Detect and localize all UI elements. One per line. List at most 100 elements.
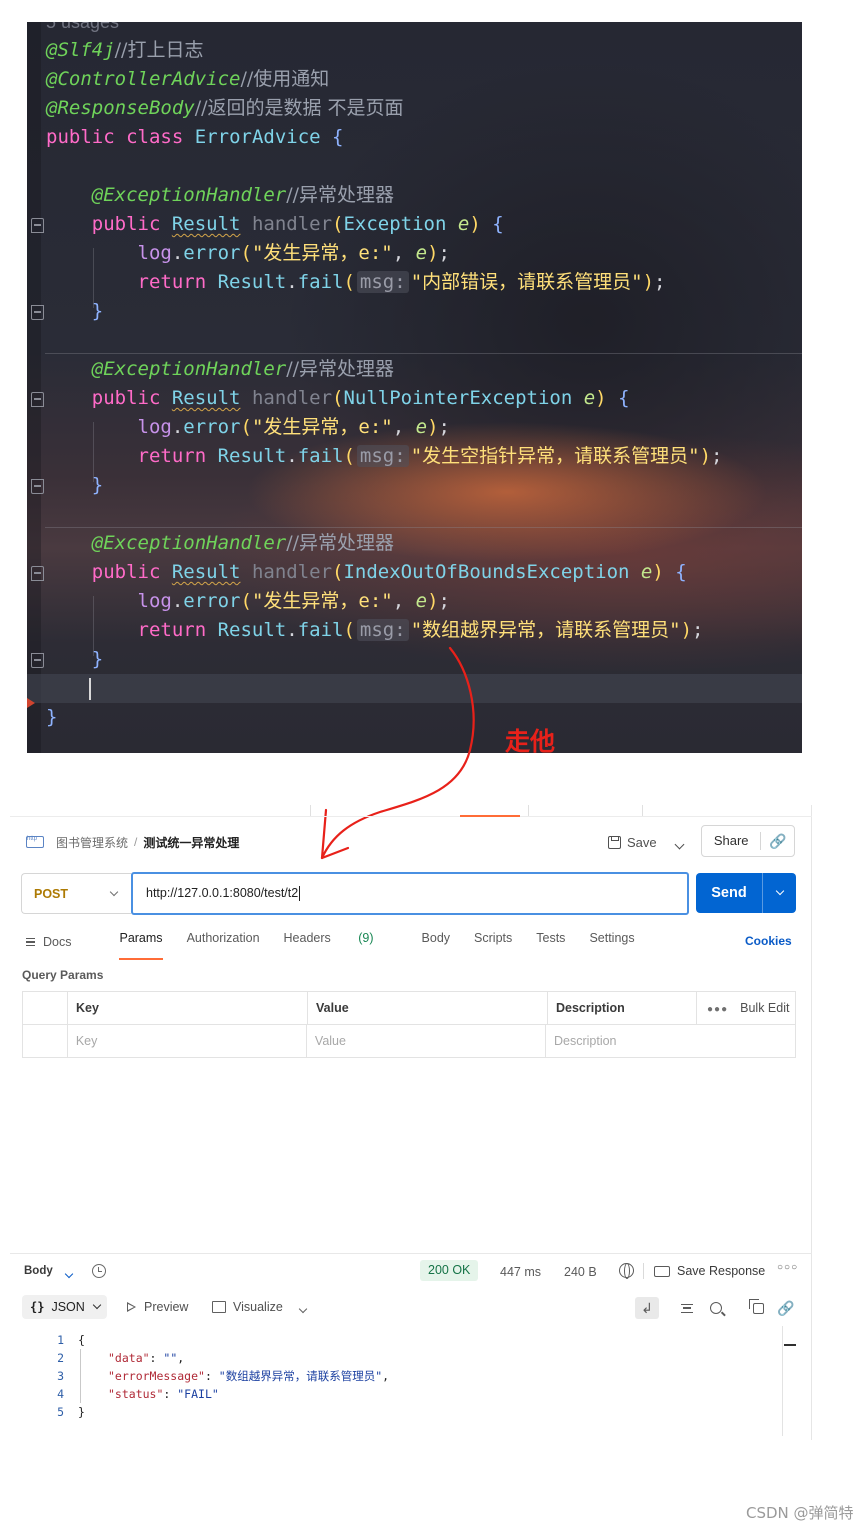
play-icon (127, 1302, 136, 1312)
history-icon[interactable] (92, 1264, 106, 1278)
status-badge[interactable]: 200 OK (420, 1260, 479, 1281)
fold-icon[interactable] (31, 218, 44, 233)
request-name[interactable]: 测试统一异常处理 (143, 834, 239, 851)
fold-icon[interactable] (31, 479, 44, 494)
table-row: Key Value Description (23, 1025, 795, 1058)
params-table: Key Value Description ●●● Bulk Edit Key V… (22, 991, 796, 1058)
code-line: public Result handler(Exception e) { (91, 213, 504, 235)
active-tab-indicator (460, 815, 520, 817)
search-icon[interactable] (705, 1297, 727, 1319)
network-globe-icon[interactable] (619, 1263, 634, 1279)
annotation-text: 走他 (505, 727, 556, 756)
tab-authorization[interactable]: Authorization (187, 931, 260, 953)
table-header-row: Key Value Description ●●● Bulk Edit (23, 992, 795, 1025)
code-line: public Result handler(IndexOutOfBoundsEx… (91, 561, 687, 583)
value-input[interactable]: Value (307, 1025, 546, 1058)
code-line: } (91, 300, 104, 322)
breakpoint-marker-icon[interactable] (27, 698, 35, 708)
chevron-down-icon[interactable] (64, 1266, 74, 1280)
copy-link-icon[interactable]: 🔗 (761, 833, 794, 850)
code-line: @ExceptionHandler//异常处理器 (91, 532, 395, 554)
wrap-lines-icon[interactable]: ↲ (635, 1297, 659, 1319)
usages-hint[interactable]: 5 usages (46, 22, 119, 37)
code-line: @ControllerAdvice//使用通知 (46, 68, 330, 90)
code-line: log.error("发生异常，e:", e); (137, 590, 450, 612)
more-options-icon[interactable]: ○○○ (777, 1262, 798, 1273)
tab-body[interactable]: Body (422, 931, 451, 953)
row-checkbox[interactable] (23, 1025, 68, 1058)
more-icon: ●●● (707, 1004, 729, 1015)
share-button[interactable]: Share (702, 832, 762, 850)
image-icon (212, 1301, 226, 1313)
code-line: } (46, 706, 58, 728)
response-toolbar: Body 200 OK 447 ms 240 B Save Response ○… (10, 1253, 812, 1289)
visualize-button[interactable]: Visualize (212, 1300, 283, 1314)
code-line: } (91, 474, 104, 496)
docs-icon (26, 938, 35, 946)
fold-icon[interactable] (31, 392, 44, 407)
fold-icon[interactable] (31, 653, 44, 668)
panel-border (811, 805, 812, 1440)
code-line: return Result.fail(msg: "发生空指针异常，请联系管理员")… (137, 445, 723, 467)
key-input[interactable]: Key (68, 1025, 307, 1058)
description-input[interactable]: Description (546, 1025, 795, 1058)
tab-params[interactable]: Params (119, 931, 163, 960)
code-line: @ExceptionHandler//异常处理器 (91, 184, 395, 206)
save-options-chevron-icon[interactable] (674, 835, 685, 853)
code-line: } (91, 648, 104, 670)
watermark: CSDN @弹简特 (746, 1504, 854, 1522)
column-header: Key (68, 992, 308, 1024)
breadcrumb: 图书管理系统 / 测试统一异常处理 (26, 833, 239, 851)
code-line: public Result handler(NullPointerExcepti… (91, 387, 630, 409)
save-response-button[interactable]: Save Response (654, 1264, 765, 1278)
preview-button[interactable]: Preview (127, 1300, 188, 1314)
tab-settings[interactable]: Settings (589, 931, 634, 953)
response-body-select[interactable]: Body (24, 1265, 53, 1277)
save-response-icon (654, 1265, 670, 1277)
tab-scripts[interactable]: Scripts (474, 931, 512, 953)
cookies-link[interactable]: Cookies (745, 934, 792, 948)
chevron-down-icon (109, 887, 119, 896)
response-time[interactable]: 447 ms (500, 1265, 541, 1279)
url-input[interactable]: http://127.0.0.1:8080/test/t2 (131, 872, 689, 915)
filter-icon[interactable] (676, 1297, 698, 1319)
postman-request-panel: 图书管理系统 / 测试统一异常处理 Save Share 🔗 POST http… (10, 805, 812, 1445)
request-tabs: Docs Params Authorization Headers (9) Bo… (26, 931, 659, 960)
send-options-chevron-icon[interactable] (763, 886, 796, 896)
column-header: Value (308, 992, 548, 1024)
method-select[interactable]: POST (21, 873, 131, 914)
format-select[interactable]: {} JSON (22, 1295, 107, 1319)
text-cursor (89, 678, 91, 700)
scrollbar[interactable] (782, 1326, 796, 1436)
indent-guide (80, 1349, 81, 1403)
code-line: @Slf4j//打上日志 (46, 39, 204, 61)
visualize-chevron-icon[interactable] (298, 1301, 308, 1315)
fold-icon[interactable] (31, 305, 44, 320)
code-line: log.error("发生异常，e:", e); (137, 416, 450, 438)
tab-headers[interactable]: Headers (9) (284, 931, 398, 953)
query-params-heading: Query Params (22, 968, 104, 982)
request-tab-strip[interactable] (10, 805, 812, 817)
fold-icon[interactable] (31, 566, 44, 581)
chevron-down-icon (92, 1300, 102, 1310)
tab-docs[interactable]: Docs (26, 931, 95, 953)
response-format-bar: {} JSON Preview Visualize ↲ 🔗 (10, 1293, 812, 1323)
link-icon[interactable]: 🔗 (775, 1297, 797, 1319)
breadcrumb-collection[interactable]: 图书管理系统 (56, 834, 128, 851)
send-button[interactable]: Send (696, 873, 796, 913)
code-line: @ExceptionHandler//异常处理器 (91, 358, 395, 380)
code-line: log.error("发生异常，e:", e); (137, 242, 450, 264)
response-size[interactable]: 240 B (564, 1265, 597, 1279)
share-group: Share 🔗 (701, 825, 795, 857)
copy-icon[interactable] (747, 1297, 769, 1319)
column-header: Description (548, 992, 697, 1024)
method-separator (45, 527, 802, 528)
method-separator (45, 353, 802, 354)
code-line: return Result.fail(msg: "内部错误，请联系管理员"); (137, 271, 666, 293)
code-line: public class ErrorAdvice { (46, 126, 344, 148)
editor-gutter[interactable] (27, 22, 41, 753)
tab-tests[interactable]: Tests (536, 931, 565, 953)
bulk-edit-button[interactable]: ●●● Bulk Edit (697, 992, 795, 1024)
save-button[interactable]: Save (608, 827, 657, 857)
save-icon (608, 835, 621, 849)
